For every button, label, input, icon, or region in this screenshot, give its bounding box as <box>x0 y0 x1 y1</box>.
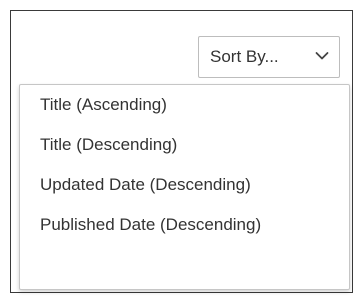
sort-option-updated-date-descending[interactable]: Updated Date (Descending) <box>20 165 349 205</box>
sort-options-menu: Title (Ascending) Title (Descending) Upd… <box>19 84 350 290</box>
sort-by-dropdown[interactable]: Sort By... <box>198 36 340 78</box>
sort-option-published-date-descending[interactable]: Published Date (Descending) <box>20 205 349 245</box>
sort-option-title-descending[interactable]: Title (Descending) <box>20 125 349 165</box>
sort-by-label: Sort By... <box>210 47 279 66</box>
sort-option-title-ascending[interactable]: Title (Ascending) <box>20 85 349 125</box>
chevron-down-icon <box>315 52 329 60</box>
